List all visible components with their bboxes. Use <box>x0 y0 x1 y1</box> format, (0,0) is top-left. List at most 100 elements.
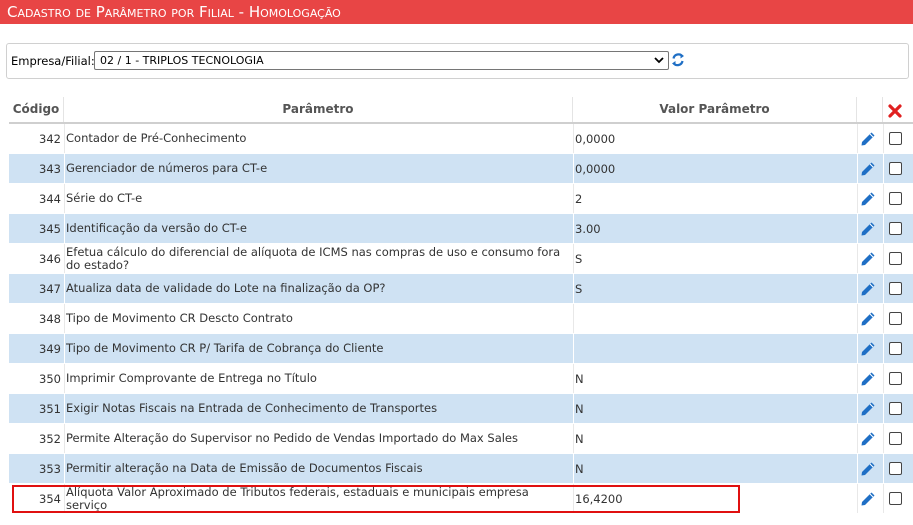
row-select-checkbox[interactable] <box>889 252 902 265</box>
pencil-icon[interactable] <box>859 220 877 238</box>
pencil-icon[interactable] <box>859 190 877 208</box>
row-value <box>575 334 857 363</box>
row-parameter: Gerenciador de números para CT-e <box>66 161 268 175</box>
row-select-checkbox[interactable] <box>889 462 902 475</box>
row-select-checkbox[interactable] <box>889 402 902 415</box>
row-parameter: Contador de Pré-Conhecimento <box>66 131 247 145</box>
row-select-checkbox[interactable] <box>889 222 902 235</box>
row-code: 352 <box>39 431 61 446</box>
table-header: Código Parâmetro Valor Parâmetro <box>9 97 913 124</box>
row-parameter: Permitir alteração na Data de Emissão de… <box>66 461 423 475</box>
column-divider <box>857 364 858 393</box>
row-parameter: Tipo de Movimento CR Descto Contrato <box>66 311 293 325</box>
column-divider <box>573 394 574 423</box>
row-value: N <box>575 461 584 476</box>
column-divider <box>857 244 858 273</box>
row-code: 351 <box>39 401 61 416</box>
column-divider <box>883 124 884 153</box>
company-branch-selected-value: 02 / 1 - TRIPLOS TECNOLOGIA <box>100 54 264 67</box>
table-row[interactable]: 353 Permitir alteração na Data de Emissão… <box>9 454 913 484</box>
row-code: 350 <box>39 371 61 386</box>
column-divider <box>573 454 574 483</box>
column-divider <box>573 274 574 303</box>
column-divider <box>883 214 884 243</box>
table-row[interactable]: 354 Alíquota Valor Aproximado de Tributos… <box>9 484 913 514</box>
column-divider <box>857 424 858 453</box>
pencil-icon[interactable] <box>859 160 877 178</box>
row-value: 0,0000 <box>575 131 616 146</box>
row-code: 348 <box>39 311 61 326</box>
row-value: N <box>575 401 584 416</box>
column-divider <box>857 304 858 333</box>
pencil-icon[interactable] <box>859 280 877 298</box>
table-row[interactable]: 346 Efetua cálculo do diferencial de alíq… <box>9 244 913 274</box>
column-divider <box>857 184 858 213</box>
column-divider <box>857 154 858 183</box>
row-parameter: Série do CT-e <box>66 191 143 205</box>
row-select-checkbox[interactable] <box>889 492 902 505</box>
row-parameter: Alíquota Valor Aproximado de Tributos fe… <box>66 484 529 512</box>
delete-x-icon[interactable] <box>887 103 903 119</box>
column-header-code: Código <box>9 97 64 122</box>
company-branch-select[interactable]: 02 / 1 - TRIPLOS TECNOLOGIA <box>94 51 669 70</box>
column-divider <box>883 304 884 333</box>
row-value: 2 <box>575 191 583 206</box>
column-divider <box>883 394 884 423</box>
column-divider <box>573 484 574 513</box>
row-parameter: Permite Alteração do Supervisor no Pedid… <box>66 431 519 445</box>
table-row[interactable]: 352 Permite Alteração do Supervisor no Pe… <box>9 424 913 454</box>
row-code: 354 <box>39 491 61 506</box>
column-divider <box>857 394 858 423</box>
row-code: 353 <box>39 461 61 476</box>
table-row[interactable]: 344 Série do CT-e 2 <box>9 184 913 214</box>
row-parameter: Tipo de Movimento CR P/ Tarifa de Cobran… <box>66 341 384 355</box>
row-select-checkbox[interactable] <box>889 342 902 355</box>
table-row[interactable]: 343 Gerenciador de números para CT-e 0,000… <box>9 154 913 184</box>
table-row[interactable]: 349 Tipo de Movimento CR P/ Tarifa de Cob… <box>9 334 913 364</box>
filter-panel: Empresa/Filial: 02 / 1 - TRIPLOS TECNOLO… <box>6 43 909 79</box>
row-select-checkbox[interactable] <box>889 192 902 205</box>
row-parameter: Atualiza data de validade do Lote na fin… <box>66 281 386 295</box>
column-divider <box>573 184 574 213</box>
pencil-icon[interactable] <box>859 490 877 508</box>
pencil-icon[interactable] <box>859 130 877 148</box>
table-row[interactable]: 348 Tipo de Movimento CR Descto Contrato <box>9 304 913 334</box>
table-row[interactable]: 342 Contador de Pré-Conhecimento 0,0000 <box>9 124 913 154</box>
page-title: Cadastro de Parâmetro por Filial - Homol… <box>0 0 913 24</box>
column-divider <box>573 334 574 363</box>
column-divider <box>883 244 884 273</box>
pencil-icon[interactable] <box>859 370 877 388</box>
row-code: 345 <box>39 221 61 236</box>
pencil-icon[interactable] <box>859 430 877 448</box>
pencil-icon[interactable] <box>859 460 877 478</box>
row-value: 16,4200 <box>575 491 623 506</box>
row-select-checkbox[interactable] <box>889 372 902 385</box>
column-divider <box>573 244 574 273</box>
row-select-checkbox[interactable] <box>889 162 902 175</box>
row-select-checkbox[interactable] <box>889 312 902 325</box>
pencil-icon[interactable] <box>859 400 877 418</box>
column-divider <box>857 214 858 243</box>
column-divider <box>573 124 574 153</box>
row-select-checkbox[interactable] <box>889 132 902 145</box>
table-row[interactable]: 347 Atualiza data de validade do Lote na … <box>9 274 913 304</box>
row-value <box>575 304 857 333</box>
refresh-icon[interactable] <box>670 51 686 69</box>
column-divider <box>883 364 884 393</box>
row-value: 3.00 <box>575 221 601 236</box>
table-row[interactable]: 351 Exigir Notas Fiscais na Entrada de Co… <box>9 394 913 424</box>
row-code: 343 <box>39 161 61 176</box>
row-value: 0,0000 <box>575 161 616 176</box>
row-select-checkbox[interactable] <box>889 282 902 295</box>
pencil-icon[interactable] <box>859 250 877 268</box>
column-divider <box>857 454 858 483</box>
row-parameter: Imprimir Comprovante de Entrega no Títul… <box>66 371 317 385</box>
row-value: S <box>575 281 583 296</box>
row-select-checkbox[interactable] <box>889 432 902 445</box>
table-row[interactable]: 350 Imprimir Comprovante de Entrega no Tí… <box>9 364 913 394</box>
pencil-icon[interactable] <box>859 310 877 328</box>
column-header-parameter: Parâmetro <box>64 97 573 122</box>
column-divider <box>883 424 884 453</box>
table-row[interactable]: 345 Identificação da versão do CT-e 3.00 <box>9 214 913 244</box>
pencil-icon[interactable] <box>859 340 877 358</box>
